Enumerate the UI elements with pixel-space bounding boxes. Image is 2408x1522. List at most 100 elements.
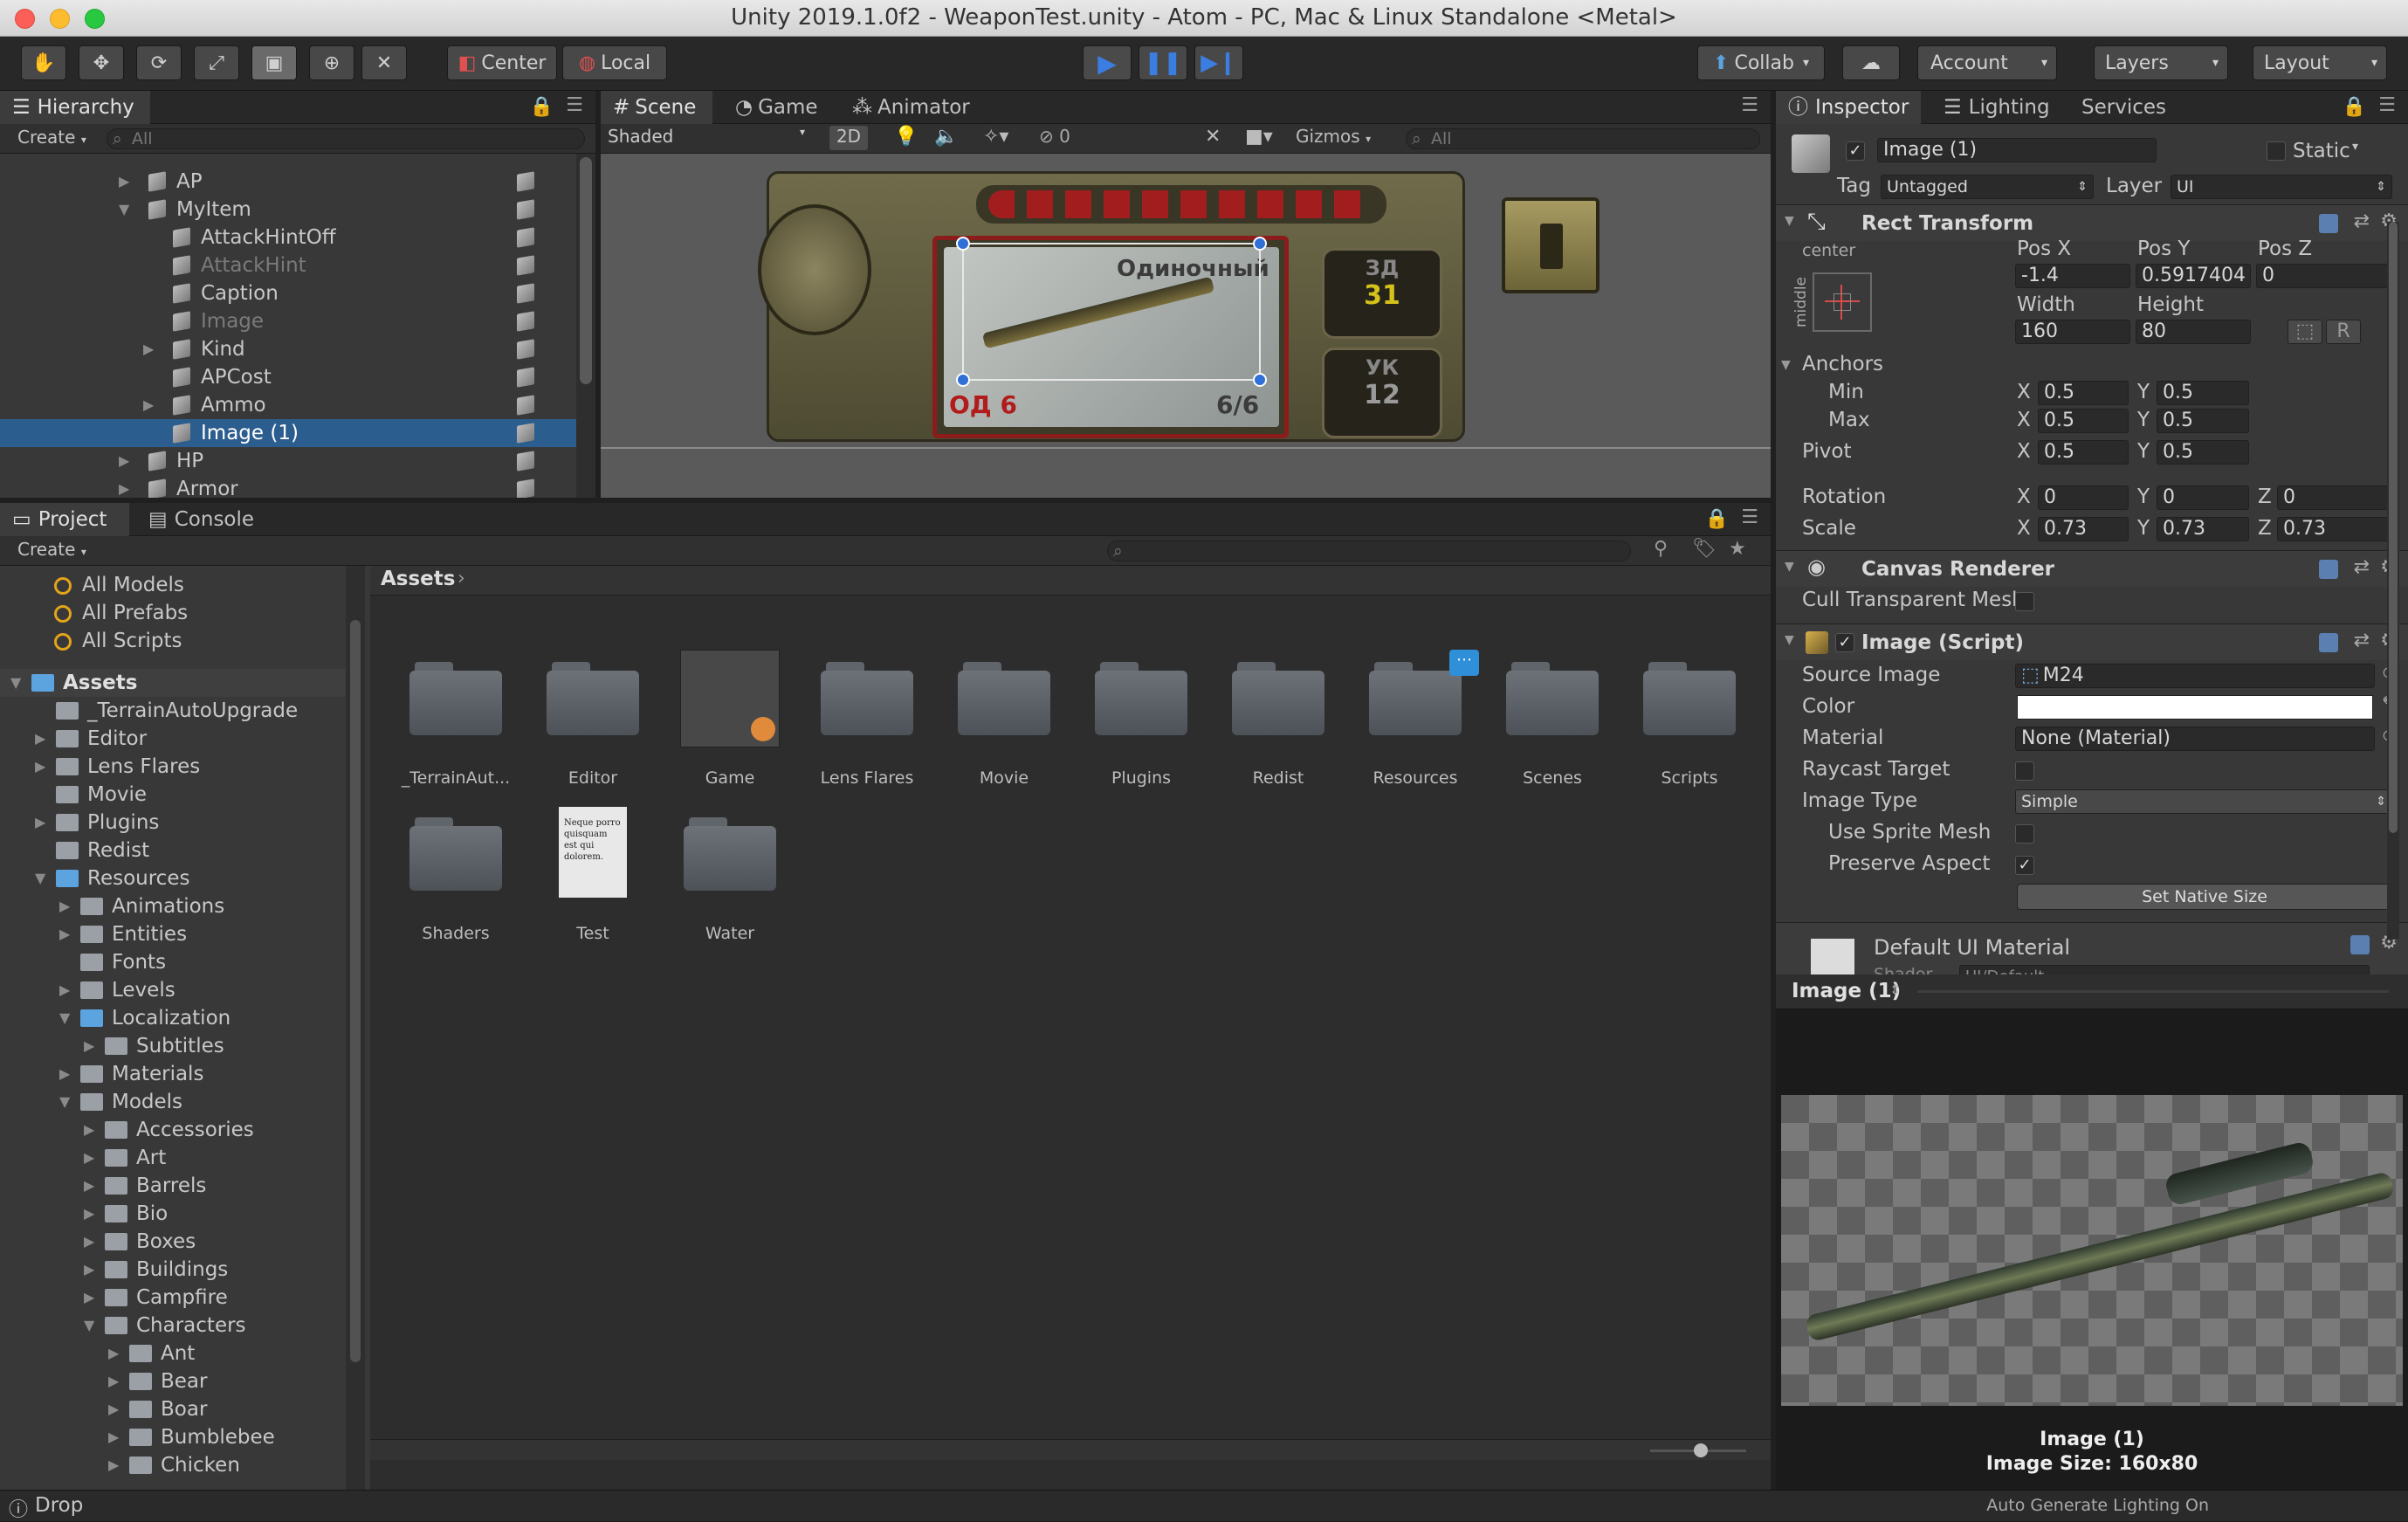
- pivot-local-button[interactable]: ◍ Local: [562, 45, 667, 80]
- tree-scrollbar[interactable]: [346, 566, 365, 1490]
- favorite-item[interactable]: All Prefabs: [0, 599, 346, 627]
- collapse-arrow-icon[interactable]: ▶: [143, 391, 154, 419]
- folder-tree-item[interactable]: ▼ Assets: [0, 669, 346, 697]
- filter-by-label-icon[interactable]: 🏷: [1692, 538, 1717, 560]
- resize-handle[interactable]: [956, 373, 970, 387]
- rect-selection-outline[interactable]: [956, 237, 1267, 387]
- layout-dropdown[interactable]: Layout ▾: [2253, 45, 2387, 80]
- hierarchy-item[interactable]: Image: [0, 307, 576, 335]
- asset-item[interactable]: Scripts: [1624, 650, 1755, 798]
- folder-tree-item[interactable]: ▶ Subtitles: [0, 1032, 346, 1060]
- tab-services[interactable]: Services: [2069, 91, 2183, 124]
- transform-tool-button[interactable]: ⊕: [309, 45, 354, 80]
- folder-tree-item[interactable]: ▶ Entities: [0, 920, 346, 948]
- rect-tool-button[interactable]: ▣: [251, 45, 297, 80]
- favorite-item[interactable]: All Models: [0, 571, 346, 599]
- tab-game[interactable]: ◔ Game: [723, 91, 831, 124]
- expand-arrow-icon[interactable]: ▼: [59, 1088, 70, 1116]
- pause-button[interactable]: ❚❚: [1139, 45, 1187, 80]
- help-icon[interactable]: [2319, 214, 2338, 233]
- hierarchy-item[interactable]: APCost: [0, 363, 576, 391]
- folder-tree-item[interactable]: ▶ Campfire: [0, 1284, 346, 1312]
- folder-tree-item[interactable]: ▶ Levels: [0, 976, 346, 1004]
- folder-tree-item[interactable]: ▶ Boar: [0, 1395, 346, 1423]
- favorite-item[interactable]: All Scripts: [0, 627, 346, 655]
- expand-arrow-icon[interactable]: ▼: [10, 669, 21, 697]
- anchor-min-x-field[interactable]: 0.5: [2038, 381, 2129, 405]
- custom-tool-button[interactable]: ✕: [361, 45, 407, 80]
- height-field[interactable]: 80: [2136, 320, 2251, 344]
- collapse-arrow-icon[interactable]: ▶: [84, 1228, 94, 1256]
- filter-by-type-icon[interactable]: ⚲: [1654, 538, 1668, 560]
- asset-item[interactable]: Neque porro quisquam est qui dolorem. Tes…: [527, 805, 658, 954]
- anchor-min-y-field[interactable]: 0.5: [2157, 381, 2249, 405]
- image-enabled-checkbox[interactable]: ✓: [1835, 633, 1854, 652]
- folder-tree-item[interactable]: ▶ Buildings: [0, 1256, 346, 1284]
- collab-dropdown[interactable]: ⬆ Collab ▾: [1697, 45, 1825, 80]
- help-icon[interactable]: [2319, 560, 2338, 579]
- color-swatch[interactable]: [2017, 695, 2373, 720]
- folder-tree-item[interactable]: ▼ Models: [0, 1088, 346, 1116]
- step-button[interactable]: ▶❙: [1194, 45, 1243, 80]
- raw-edit-button[interactable]: R: [2326, 320, 2361, 344]
- hierarchy-item[interactable]: ▶ AP: [0, 168, 576, 196]
- collapse-arrow-icon[interactable]: ▶: [35, 725, 45, 753]
- hierarchy-search-input[interactable]: ⌕ All: [107, 128, 585, 149]
- blueprint-mode-button[interactable]: ⬚: [2288, 320, 2322, 344]
- asset-item[interactable]: Editor: [527, 650, 658, 798]
- material-field[interactable]: None (Material): [2015, 727, 2375, 751]
- asset-item[interactable]: Redist: [1213, 650, 1344, 798]
- scroll-thumb[interactable]: [580, 157, 592, 384]
- collapse-arrow-icon[interactable]: ▶: [119, 447, 129, 475]
- tag-dropdown[interactable]: Untagged ⇕: [1881, 175, 2094, 199]
- camera-icon[interactable]: ■▾: [1245, 126, 1273, 148]
- folder-tree-item[interactable]: ▼ Resources: [0, 864, 346, 892]
- preset-icon[interactable]: ⇄: [2354, 210, 2370, 232]
- status-message[interactable]: Drop: [35, 1494, 83, 1517]
- move-tool-button[interactable]: ✥: [79, 45, 124, 80]
- collapse-arrow-icon[interactable]: ▶: [59, 920, 70, 948]
- folder-tree-item[interactable]: ▶ Ant: [0, 1339, 346, 1367]
- tab-hierarchy[interactable]: ☰ Hierarchy: [0, 91, 150, 124]
- shading-mode-dropdown[interactable]: Shaded ▾: [608, 126, 810, 150]
- hidden-objects-toggle[interactable]: ⊘ 0: [1039, 126, 1070, 147]
- collapse-arrow-icon[interactable]: ▶: [119, 475, 129, 498]
- asset-item[interactable]: Scenes: [1487, 650, 1618, 798]
- tab-console[interactable]: ▤ Console: [136, 503, 267, 536]
- collapse-arrow-icon[interactable]: ▶: [84, 1032, 94, 1060]
- image-script-header[interactable]: ▼ ✓ Image (Script) ⇄ ⚙: [1776, 623, 2408, 660]
- gizmos-dropdown[interactable]: Gizmos ▾: [1296, 126, 1388, 150]
- foldout-arrow-icon[interactable]: ▼: [1781, 358, 1791, 372]
- panel-menu-icon[interactable]: ☰: [566, 94, 583, 116]
- hierarchy-item[interactable]: ▶ Kind: [0, 335, 576, 363]
- scene-search-input[interactable]: ⌕ All: [1406, 128, 1760, 149]
- resize-handle[interactable]: [956, 237, 970, 251]
- collapse-arrow-icon[interactable]: ▶: [84, 1284, 94, 1312]
- panel-menu-icon[interactable]: ☰: [1741, 94, 1758, 116]
- resize-handle[interactable]: [1253, 237, 1267, 251]
- pos-x-field[interactable]: -1.4: [2015, 264, 2130, 288]
- preview-drag-bar[interactable]: [1917, 990, 2389, 993]
- width-field[interactable]: 160: [2015, 320, 2130, 344]
- scene-viewport[interactable]: Одиночный ОД 6 6/6 ЗД 31 УК 12: [601, 154, 1771, 498]
- asset-item[interactable]: Water: [664, 805, 795, 954]
- hierarchy-item[interactable]: Image (1): [0, 419, 576, 447]
- collapse-arrow-icon[interactable]: ▶: [84, 1200, 94, 1228]
- rotation-x-field[interactable]: 0: [2038, 486, 2129, 510]
- expand-arrow-icon[interactable]: ▼: [59, 1004, 70, 1032]
- collapse-arrow-icon[interactable]: ▶: [35, 809, 45, 837]
- scroll-thumb[interactable]: [2389, 222, 2398, 833]
- folder-tree-item[interactable]: ▶ Art: [0, 1144, 346, 1172]
- hierarchy-item[interactable]: Caption: [0, 279, 576, 307]
- folder-tree-item[interactable]: ▶ Bio: [0, 1200, 346, 1228]
- zoom-slider-thumb[interactable]: [1694, 1443, 1708, 1457]
- toggle-2d-button[interactable]: 2D: [829, 126, 868, 150]
- hand-tool-button[interactable]: ✋: [21, 45, 66, 80]
- asset-item[interactable]: ⋯ Resources: [1350, 650, 1481, 798]
- chevron-down-icon[interactable]: ▾: [2352, 140, 2358, 154]
- collapse-arrow-icon[interactable]: ▶: [108, 1339, 119, 1367]
- use-sprite-mesh-checkbox[interactable]: [2015, 824, 2034, 844]
- more-options-icon[interactable]: ⋯: [1449, 650, 1479, 676]
- folder-tree-item[interactable]: ▶ Plugins: [0, 809, 346, 837]
- layer-dropdown[interactable]: UI ⇕: [2171, 175, 2392, 199]
